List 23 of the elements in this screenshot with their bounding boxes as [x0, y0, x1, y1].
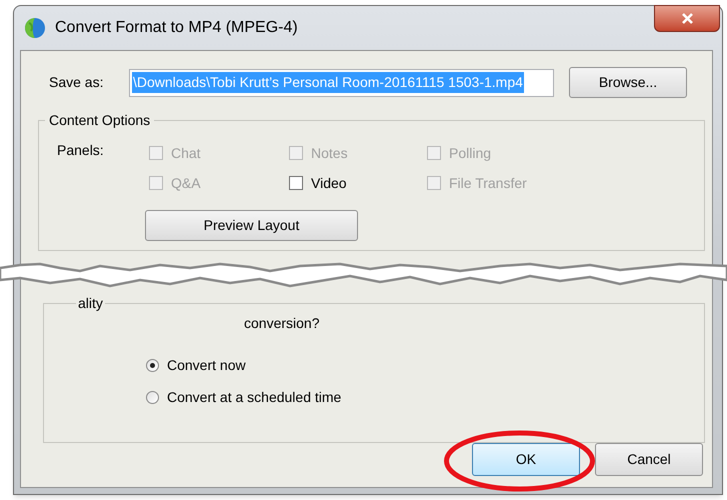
- close-button[interactable]: [654, 5, 720, 32]
- selected-text: \Downloads\Tobi Krutt’s Personal Room-20161115 1503-1.mp4: [132, 72, 524, 93]
- radio-button[interactable]: [146, 358, 159, 372]
- checkbox-label: Chat: [171, 145, 201, 161]
- preview-layout-button[interactable]: Preview Layout: [145, 210, 358, 241]
- close-icon: [680, 13, 694, 24]
- cancel-button[interactable]: Cancel: [595, 443, 703, 476]
- window-title: Convert Format to MP4 (MPEG-4): [55, 18, 298, 38]
- checkbox-label: Video: [311, 175, 347, 191]
- checkbox[interactable]: [289, 176, 303, 190]
- checkbox-label: Q&A: [171, 175, 201, 191]
- ok-button[interactable]: OK: [472, 443, 580, 476]
- checkbox-label: File Transfer: [449, 175, 527, 191]
- browse-button[interactable]: Browse...: [569, 67, 687, 98]
- checkbox-label: Notes: [311, 145, 348, 161]
- checkbox-label: Polling: [449, 145, 492, 161]
- radio-button[interactable]: [146, 390, 159, 404]
- radio-label: Convert at a scheduled time: [167, 389, 342, 405]
- radio-label: Convert now: [167, 357, 246, 373]
- globe-icon: [24, 17, 46, 39]
- panels-label: Panels:: [57, 141, 104, 160]
- field-label: Save as:: [49, 73, 104, 92]
- question-text: conversion?: [244, 314, 320, 333]
